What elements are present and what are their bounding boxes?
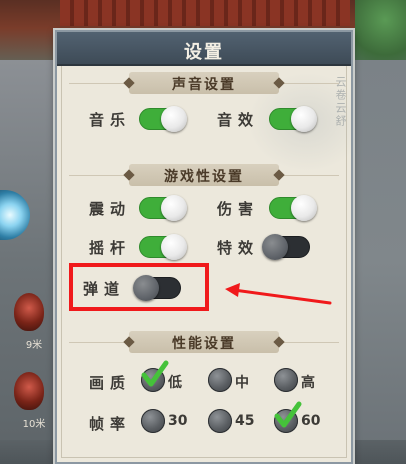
framerate-30-label: 30 xyxy=(168,413,188,429)
toggle-knob xyxy=(291,195,317,221)
section-title: 声音设置 xyxy=(172,77,236,93)
quality-medium-radio[interactable] xyxy=(208,368,232,392)
toggle-knob xyxy=(161,234,187,260)
distance-label: 10米 xyxy=(22,419,46,430)
toggle-knob xyxy=(161,195,187,221)
sfx-toggle[interactable] xyxy=(269,106,317,132)
effects-label: 特效 xyxy=(217,239,260,257)
framerate-label: 帧率 xyxy=(89,415,132,433)
framerate-60-label: 60 xyxy=(301,413,321,429)
toggle-knob xyxy=(161,106,187,132)
quality-low-radio[interactable] xyxy=(141,360,169,392)
enemy-shield-icon xyxy=(14,372,44,410)
framerate-30-radio[interactable] xyxy=(141,409,165,433)
framerate-45-label: 45 xyxy=(235,413,255,429)
section-title: 性能设置 xyxy=(172,336,236,352)
section-title: 游戏性设置 xyxy=(164,169,244,185)
section-header-sound: 声音设置 xyxy=(129,72,279,94)
check-icon xyxy=(274,401,302,428)
quality-high-label: 高 xyxy=(301,375,315,391)
framerate-60-radio[interactable] xyxy=(274,401,302,433)
quality-medium-label: 中 xyxy=(235,375,249,391)
pointer-arrow-icon xyxy=(225,283,332,305)
panel-header: 设置 xyxy=(57,32,351,66)
toggle-knob xyxy=(262,234,288,260)
panel-title: 设置 xyxy=(184,42,224,63)
joystick-toggle[interactable] xyxy=(139,234,187,260)
section-header-performance: 性能设置 xyxy=(129,331,279,353)
toggle-knob xyxy=(291,106,317,132)
framerate-45-radio[interactable] xyxy=(208,409,232,433)
quality-label: 画质 xyxy=(89,374,132,392)
damage-toggle[interactable] xyxy=(269,195,317,221)
check-icon xyxy=(141,360,169,387)
quality-low-label: 低 xyxy=(168,375,182,391)
highlight-box xyxy=(69,263,209,311)
enemy-shield-icon xyxy=(14,293,44,331)
effects-toggle[interactable] xyxy=(262,234,310,260)
music-label: 音乐 xyxy=(89,111,132,129)
music-toggle[interactable] xyxy=(139,106,187,132)
vibration-label: 震动 xyxy=(89,200,132,218)
sfx-label: 音效 xyxy=(217,111,260,129)
joystick-label: 摇杆 xyxy=(89,239,132,257)
damage-label: 伤害 xyxy=(217,200,260,218)
vibration-toggle[interactable] xyxy=(139,195,187,221)
background-roof xyxy=(60,0,350,26)
background-right xyxy=(350,60,406,464)
distance-label: 9米 xyxy=(25,340,43,351)
decorative-calligraphy: 云卷云舒 xyxy=(334,76,347,128)
settings-panel: 设置 云卷云舒 声音设置 音乐 音效 游戏性设置 震动 伤害 摇杆 特效 弹道 … xyxy=(55,30,353,464)
section-header-gameplay: 游戏性设置 xyxy=(129,164,279,186)
quality-high-radio[interactable] xyxy=(274,368,298,392)
